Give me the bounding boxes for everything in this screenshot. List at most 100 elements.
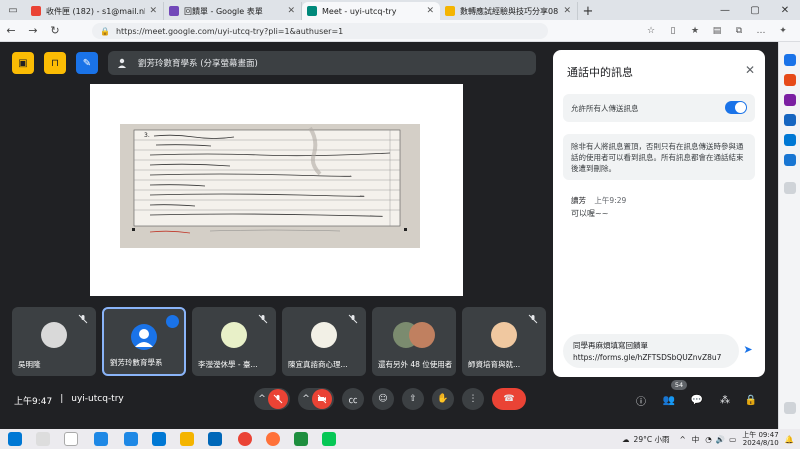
more-icon[interactable]: … — [752, 22, 770, 40]
present-icon: ⇧ — [409, 394, 417, 404]
participant-name: 李瀅瀅休學 - 臺... — [198, 360, 258, 369]
close-icon[interactable]: ✕ — [149, 6, 157, 16]
chevron-up-icon[interactable]: ^ — [679, 435, 685, 444]
tab-actions-icon[interactable]: ▭ — [0, 0, 26, 20]
participant-tile[interactable]: 劉芳玲數育學系 — [102, 307, 186, 376]
chevron-up-icon[interactable]: ^ — [300, 394, 312, 404]
close-window-icon[interactable]: ✕ — [770, 0, 800, 20]
ime-icon[interactable]: 中 — [692, 434, 700, 445]
tab-slides[interactable]: 數轉應試經驗與技巧分享0810 第二... ✕ — [440, 2, 578, 20]
settings-icon[interactable] — [784, 402, 796, 414]
avatar — [221, 322, 247, 348]
captions-icon: ㏄ — [348, 395, 358, 406]
emoji-button[interactable]: ☺ — [372, 388, 394, 410]
send-icon[interactable]: ➤ — [741, 342, 755, 356]
toolbar-actions: ☆ ▯ ★ ▤ ⧉ … ✦ — [642, 20, 792, 42]
tab-meet[interactable]: Meet - uyi-utcq-try ✕ — [302, 2, 440, 20]
reload-icon[interactable]: ↻ — [44, 20, 66, 42]
new-tab-button[interactable]: + — [578, 2, 598, 20]
tab-gmail[interactable]: 收件匣 (182) - s1@mail.nknu.edu.tw ✕ — [26, 2, 164, 20]
meeting-code: uyi-utcq-try — [71, 394, 124, 404]
minimize-icon[interactable]: — — [710, 0, 740, 20]
host-controls-icon[interactable]: 🔒 — [743, 392, 759, 408]
tab-title: 回饋單 - Google 表單 — [184, 6, 263, 16]
mail-icon[interactable] — [152, 432, 166, 446]
favorites-icon[interactable]: ★ — [686, 22, 704, 40]
extensions-icon[interactable]: ⧉ — [730, 22, 748, 40]
edge-beta-icon[interactable] — [124, 432, 138, 446]
calendar-icon[interactable] — [64, 432, 78, 446]
avatar — [41, 322, 67, 348]
allow-messages-label: 允許所有人傳送訊息 — [571, 104, 639, 113]
participant-tile[interactable]: 陳宜真諮商心理... — [282, 307, 366, 376]
add-icon[interactable] — [784, 182, 796, 194]
chat-input[interactable]: 同學再麻煩填寫回饋單 https://forms.gle/hZFTSDSbQUZ… — [563, 334, 739, 368]
more-options-button[interactable]: ⋮ — [462, 388, 484, 410]
divider: | — [60, 394, 64, 404]
mic-off-button[interactable] — [268, 389, 288, 409]
info-icon[interactable]: ⓘ — [633, 392, 649, 408]
notification-icon[interactable]: 🔔 — [785, 435, 794, 444]
people-icon[interactable]: 👥 — [661, 392, 677, 408]
close-icon[interactable]: ✕ — [745, 63, 755, 77]
copilot-icon[interactable]: ✦ — [774, 22, 792, 40]
tab-title: Meet - uyi-utcq-try — [322, 6, 397, 16]
chat-icon[interactable]: 💬 — [689, 392, 705, 408]
close-icon[interactable]: ✕ — [287, 6, 295, 16]
meeting-time: 上午9:47 — [14, 397, 53, 407]
file-explorer-icon[interactable] — [180, 432, 194, 446]
raise-hand-button[interactable]: ✋ — [432, 388, 454, 410]
allow-messages-toggle[interactable] — [725, 101, 747, 114]
collections-icon[interactable]: ▤ — [708, 22, 726, 40]
chevron-up-icon[interactable]: ^ — [256, 394, 268, 404]
message-text: 可以喔~~ — [571, 209, 609, 218]
battery-icon[interactable]: ▭ — [729, 435, 736, 444]
edge-icon[interactable] — [94, 432, 108, 446]
message-sender: 讀芳 — [571, 196, 586, 205]
chat-input-line: 同學再麻煩填寫回饋單 — [573, 341, 648, 350]
close-icon[interactable]: ✕ — [563, 6, 571, 16]
close-icon[interactable]: ✕ — [426, 6, 434, 16]
weather-text[interactable]: 29°C 小雨 — [634, 434, 670, 445]
sheets-icon[interactable] — [294, 432, 308, 446]
participant-tile[interactable]: 吳明隆 — [12, 307, 96, 376]
outlook-icon[interactable] — [784, 134, 796, 146]
leave-call-button[interactable]: ☎ — [492, 388, 526, 410]
participant-tile[interactable]: 師資培育與就... — [462, 307, 546, 376]
present-button[interactable]: ⇧ — [402, 388, 424, 410]
split-screen-icon[interactable]: ▯ — [664, 22, 682, 40]
maximize-icon[interactable]: ▢ — [740, 0, 770, 20]
address-bar[interactable]: 🔒 https://meet.google.com/uyi-utcq-try?p… — [92, 23, 548, 39]
tab-title: 數轉應試經驗與技巧分享0810 第二... — [460, 6, 560, 16]
more-participants-tile[interactable]: 還有另外 48 位使用者 — [372, 307, 456, 376]
screen-share-off-icon[interactable]: ▣ — [12, 52, 34, 74]
layout-icon[interactable]: ⊓ — [44, 52, 66, 74]
participant-tile[interactable]: 李瀅瀅休學 - 臺... — [192, 307, 276, 376]
volume-icon[interactable]: 🔊 — [716, 435, 725, 444]
avatar — [491, 322, 517, 348]
games-icon[interactable] — [784, 114, 796, 126]
network-icon[interactable]: ◔ — [705, 435, 712, 444]
slides-icon — [445, 6, 455, 16]
star-icon[interactable]: ☆ — [642, 22, 660, 40]
store-icon[interactable] — [208, 432, 222, 446]
more-vert-icon: ⋮ — [468, 394, 478, 404]
search-icon[interactable] — [784, 54, 796, 66]
windows-start-icon[interactable] — [8, 432, 22, 446]
task-view-icon[interactable] — [36, 432, 50, 446]
clock[interactable]: 上午 09:47 2024/8/10 — [742, 431, 778, 447]
firefox-icon[interactable] — [266, 432, 280, 446]
forward-icon[interactable]: → — [22, 20, 44, 42]
line-icon[interactable] — [322, 432, 336, 446]
chrome-icon[interactable] — [238, 432, 252, 446]
camera-off-button[interactable] — [312, 389, 332, 409]
shopping-icon[interactable] — [784, 74, 796, 86]
weather-icon: ☁ — [622, 434, 630, 444]
pen-icon[interactable]: ✎ — [76, 52, 98, 74]
captions-button[interactable]: ㏄ — [342, 388, 364, 410]
tools-icon[interactable] — [784, 94, 796, 106]
tab-forms[interactable]: 回饋單 - Google 表單 ✕ — [164, 2, 302, 20]
back-icon[interactable]: ← — [0, 20, 22, 42]
edge-drop-icon[interactable] — [784, 154, 796, 166]
activities-icon[interactable]: ⁂ — [717, 392, 733, 408]
